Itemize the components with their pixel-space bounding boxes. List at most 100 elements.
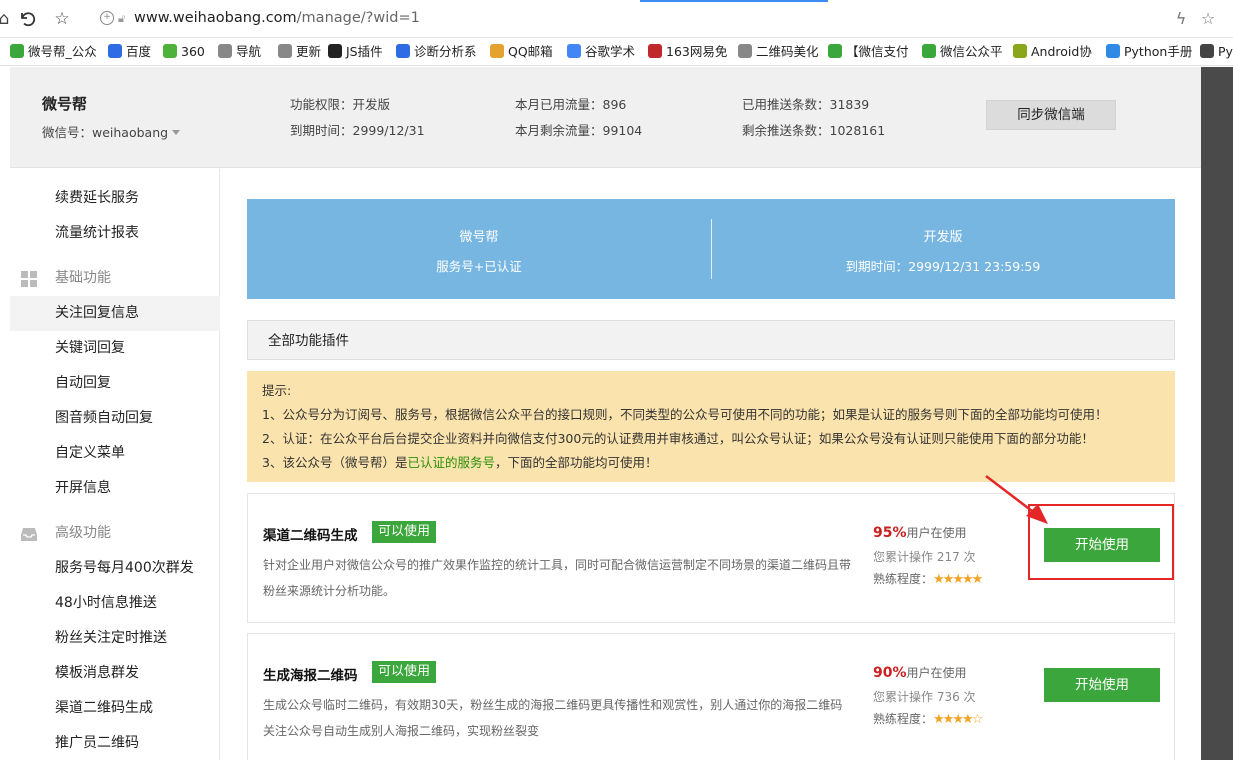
plugin-usage-label: 用户在使用	[906, 526, 967, 540]
account-id-selector[interactable]: 微信号：weihaobang	[42, 122, 181, 141]
wechat-green-icon	[828, 44, 842, 58]
bookmark-label: 谷歌学术	[585, 44, 636, 59]
star-bookmark-icon[interactable]: ☆	[52, 9, 72, 29]
bookmarks-bar: 微号帮_公众 百度 360 导航 更新 JS插件 诊断分析系 QQ邮箱 谷歌学术 163网易免 二维…	[0, 38, 1233, 66]
bookmark-item[interactable]: 更新	[278, 43, 321, 61]
bookmark-label: Python手册	[1124, 44, 1193, 59]
tips-line-2: 2、认证：在公众平台后台提交企业资料并向微信支付300元的认证费用并审核通过，叫…	[262, 431, 1094, 446]
inbox-icon	[21, 528, 37, 541]
bookmark-label: Android协	[1031, 44, 1092, 59]
python-icon-icon	[1106, 44, 1120, 58]
bookmark-item[interactable]: 【微信支付	[828, 43, 909, 61]
sidebar-item-traffic-report[interactable]: 流量统计报表	[10, 216, 220, 251]
url-field[interactable]: + 🔓︎ www.weihaobang.com/manage/?wid=1	[98, 8, 1168, 30]
bookmark-item[interactable]: 163网易免	[648, 43, 727, 61]
plugin-ops-count: 您累计操作 217 次	[873, 550, 976, 564]
annotation-arrow-icon	[985, 475, 1048, 524]
sidebar-group-advanced: 高级功能	[10, 516, 220, 551]
page-content: 微号帮 微信号：weihaobang 功能权限：开发版 到期时间：2999/12…	[10, 67, 1201, 760]
plugin-skill-label: 熟练程度：	[873, 572, 934, 586]
android-icon-icon	[1013, 44, 1027, 58]
bookmark-label: 【微信支付	[846, 44, 909, 59]
bookmark-item[interactable]: Py	[1200, 43, 1233, 61]
bookmark-item[interactable]: 二维码美化	[738, 43, 819, 61]
url-host: www.weihaobang.com	[134, 10, 297, 26]
bookmark-label: 百度	[126, 44, 152, 59]
stat-expiry: 到期时间：2999/12/31	[290, 123, 425, 138]
page-icon-icon	[738, 44, 752, 58]
sidebar-group-basic-label: 基础功能	[55, 270, 111, 286]
page-icon-icon	[218, 44, 232, 58]
stat-used-push: 已用推送条数：31839	[742, 97, 870, 112]
plugin-title: 生成海报二维码	[263, 668, 358, 684]
sidebar-item-scheduled-push[interactable]: 粉丝关注定时推送	[10, 621, 220, 656]
star-rating-icon: ★★★★☆	[933, 712, 983, 727]
bookmark-label: 微号帮_公众	[28, 44, 97, 59]
bookmark-item[interactable]: 360	[163, 43, 205, 61]
banner-account-name: 微号帮	[459, 230, 499, 245]
sidebar: 续费延长服务 流量统计报表 基础功能 关注回复信息 关键词回复 自动回复 图音频…	[10, 169, 220, 760]
bookmark-item[interactable]: 百度	[108, 43, 151, 61]
163-icon-icon	[648, 44, 662, 58]
security-shield-icon: +	[100, 11, 114, 25]
tips-panel: 提示: 1、公众号分为订阅号、服务号，根据微信公众平台的接口规则，不同类型的公众…	[247, 371, 1175, 482]
page-load-progress	[640, 0, 828, 2]
sidebar-item-media-auto-reply[interactable]: 图音频自动回复	[10, 401, 220, 436]
back-icon[interactable]	[17, 9, 37, 29]
page-icon-icon	[278, 44, 292, 58]
bookmark-label: 二维码美化	[756, 44, 819, 59]
bookmark-label: 360	[181, 44, 205, 59]
sidebar-item-keyword-reply[interactable]: 关键词回复	[10, 331, 220, 366]
wechat-green-icon	[922, 44, 936, 58]
bookmark-item[interactable]: 谷歌学术	[567, 43, 635, 61]
right-scroll-gutter	[1201, 67, 1233, 760]
bookmark-item[interactable]: JS插件	[328, 43, 383, 61]
sidebar-item-custom-menu[interactable]: 自定义菜单	[10, 436, 220, 471]
wechat-green-icon	[10, 44, 24, 58]
sidebar-item-promoter-qr[interactable]: 推广员二维码	[10, 726, 220, 760]
bookmark-item[interactable]: Python手册	[1106, 43, 1192, 61]
banner-version: 开发版	[923, 230, 963, 245]
plugin-title: 渠道二维码生成	[263, 528, 358, 544]
bookmark-label: 更新	[296, 44, 322, 59]
banner-expiry: 到期时间：2999/12/31 23:59:59	[845, 259, 1041, 274]
bookmark-item[interactable]: Android协	[1013, 43, 1092, 61]
plugin-card-poster-qr: 生成海报二维码 可以使用 生成公众号临时二维码，有效期30天，粉丝生成的海报二维…	[247, 633, 1175, 760]
sidebar-item-splash-info[interactable]: 开屏信息	[10, 471, 220, 506]
sidebar-item-mass-send[interactable]: 服务号每月400次群发	[10, 551, 220, 586]
bookmark-label: 导航	[236, 44, 262, 59]
qq-mail-icon-icon	[490, 44, 504, 58]
bookmark-item[interactable]: 诊断分析系	[396, 43, 477, 61]
account-id-text: 微信号：weihaobang	[42, 125, 169, 140]
lightning-icon[interactable]: ϟ	[1171, 9, 1191, 29]
bookmark-label: 163网易免	[666, 44, 728, 59]
no-secure-icon: 🔓︎	[118, 12, 126, 25]
bookmark-item[interactable]: QQ邮箱	[490, 43, 553, 61]
browser-address-bar: ⌂ ☆ + 🔓︎ www.weihaobang.com/manage/?wid=…	[0, 0, 1233, 38]
bookmark-label: 诊断分析系	[414, 44, 477, 59]
plugins-heading: 全部功能插件	[247, 320, 1175, 360]
plugin-ops-count: 您累计操作 736 次	[873, 690, 976, 704]
sidebar-item-48h-push[interactable]: 48小时信息推送	[10, 586, 220, 621]
plugin-description: 生成公众号临时二维码，有效期30天，粉丝生成的海报二维码更具传播性和观赏性，别人…	[263, 698, 843, 738]
start-using-button[interactable]: 开始使用	[1044, 668, 1160, 702]
baidu-paw-icon	[108, 44, 122, 58]
plugin-usage-percent: 90%	[873, 665, 907, 681]
bookmark-item[interactable]: 微号帮_公众	[10, 43, 97, 61]
home-icon[interactable]: ⌂	[0, 9, 14, 29]
bookmark-item[interactable]: 微信公众平	[922, 43, 1003, 61]
sidebar-item-auto-reply[interactable]: 自动回复	[10, 366, 220, 401]
sidebar-item-channel-qr[interactable]: 渠道二维码生成	[10, 691, 220, 726]
bookmark-item[interactable]: 导航	[218, 43, 261, 61]
sidebar-item-template-msg[interactable]: 模板消息群发	[10, 656, 220, 691]
favorite-star-icon[interactable]: ☆	[1198, 9, 1218, 29]
plugin-usage-percent: 95%	[873, 525, 907, 541]
sync-wechat-button[interactable]: 同步微信端	[986, 100, 1116, 130]
diagnose-icon-icon	[396, 44, 410, 58]
book-icon-icon	[1200, 44, 1214, 58]
sidebar-item-renew[interactable]: 续费延长服务	[10, 181, 220, 216]
sidebar-item-follow-reply[interactable]: 关注回复信息	[10, 296, 220, 331]
chevron-down-icon	[172, 130, 181, 135]
account-banner: 微号帮 服务号+已认证 开发版 到期时间：2999/12/31 23:59:59	[247, 199, 1175, 299]
plugin-description: 针对企业用户对微信公众号的推广效果作监控的统计工具，同时可配合微信运营制定不同场…	[263, 558, 852, 598]
